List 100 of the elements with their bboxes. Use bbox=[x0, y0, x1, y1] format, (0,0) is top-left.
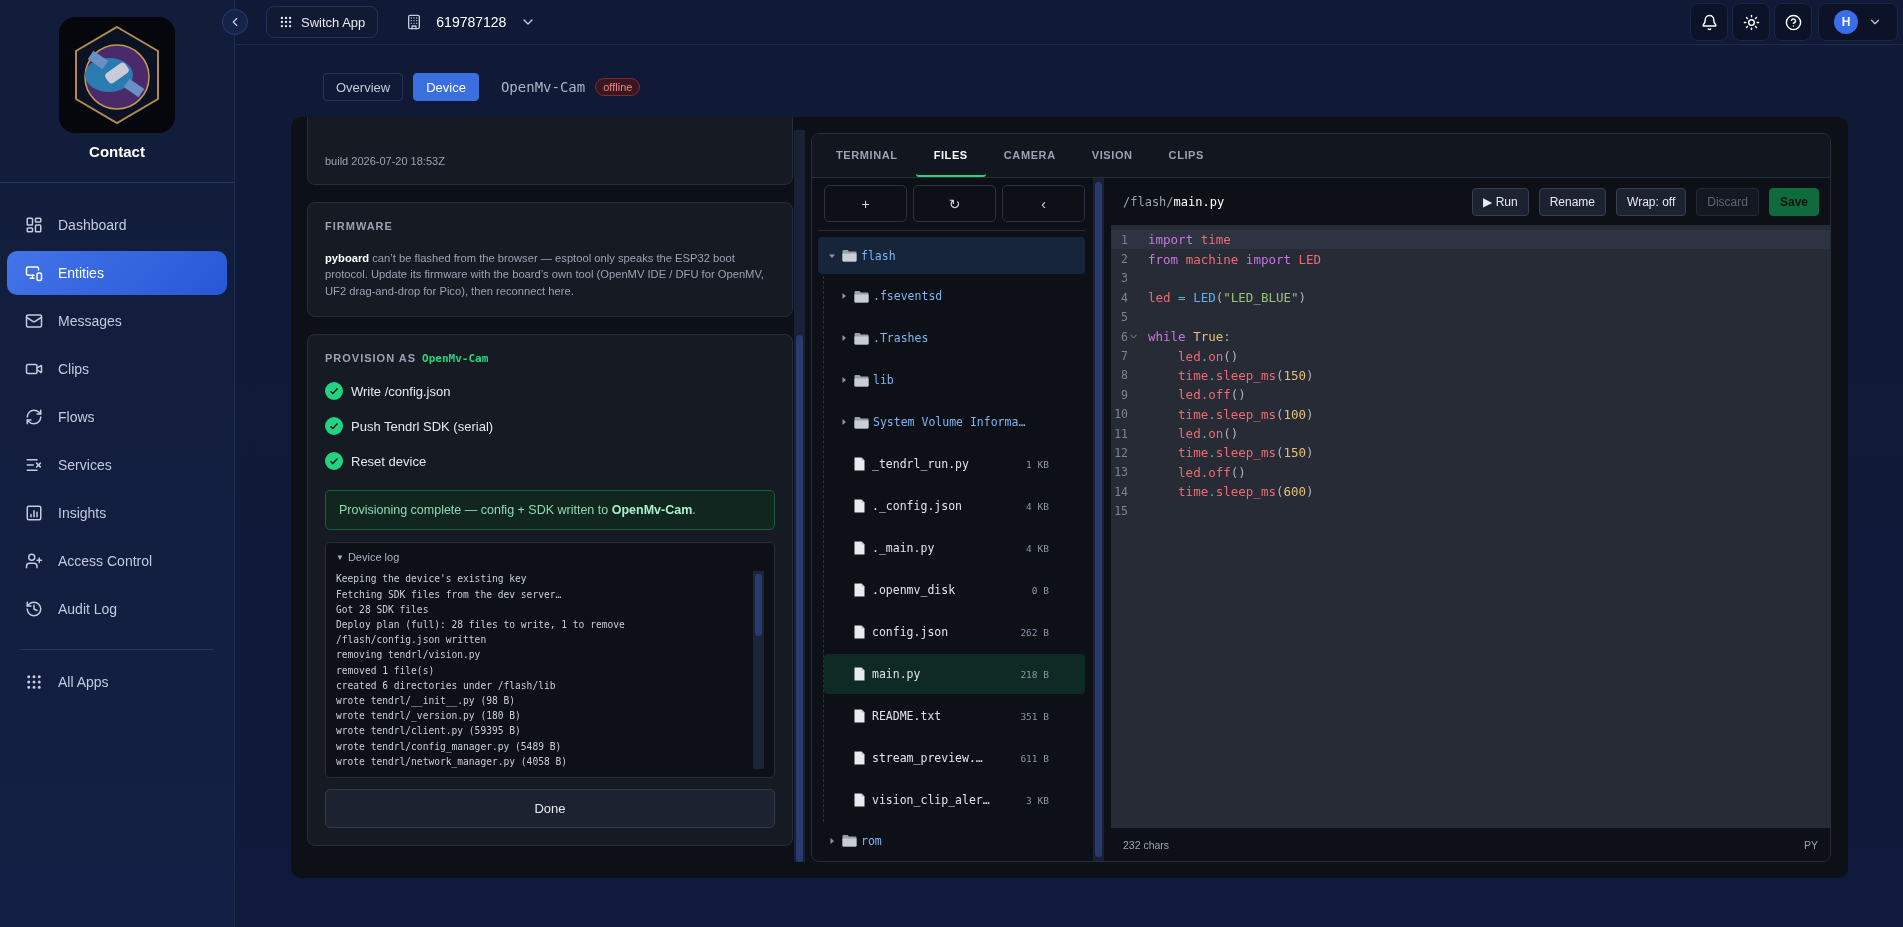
line-number: 4 bbox=[1120, 290, 1128, 305]
code-line: time.sleep_ms(600) bbox=[1178, 484, 1314, 500]
tree-tool-button[interactable]: + bbox=[824, 185, 907, 222]
folder-row[interactable]: lib bbox=[824, 360, 1085, 400]
caret-icon bbox=[840, 376, 848, 384]
folder-name: .Trashes bbox=[873, 331, 930, 345]
folder-icon bbox=[854, 289, 869, 303]
file-icon bbox=[854, 457, 865, 471]
folder-name: lib bbox=[873, 373, 895, 387]
nav-label: Messages bbox=[58, 313, 122, 329]
file-row[interactable]: .openmv_disk 0 B bbox=[824, 570, 1085, 610]
folder-row[interactable]: .fseventsd bbox=[824, 276, 1085, 316]
file-row[interactable]: README.txt 351 B bbox=[824, 696, 1085, 736]
firmware-text: pyboard can’t be flashed from the browser — esptool only speaks the ESP32 boot protocol. Update its firmware with the board’s own tool (OpenMV IDE / DFU for OpenMV, UF2 drag-and-drop for Pico), then reconnect here. bbox=[325, 250, 765, 299]
page-tab[interactable]: Overview bbox=[323, 73, 404, 101]
log-line: created 6 directories under /flash/lib bbox=[336, 678, 557, 693]
line-number: 2 bbox=[1120, 252, 1128, 267]
file-row[interactable]: vision_clip_aler… 3 KB bbox=[824, 780, 1085, 820]
theme-button[interactable] bbox=[1732, 3, 1770, 41]
nav-icon bbox=[25, 456, 43, 474]
editor-button[interactable]: Wrap: off bbox=[1616, 187, 1687, 216]
tree-tool-button[interactable]: ‹ bbox=[1002, 185, 1085, 222]
scrollbar[interactable] bbox=[753, 571, 764, 769]
step-label: Push Tendrl SDK (serial) bbox=[351, 418, 494, 434]
nav-item[interactable]: Dashboard bbox=[7, 203, 227, 247]
caret-icon bbox=[828, 836, 836, 845]
nav-item[interactable]: Clips bbox=[7, 347, 227, 391]
help-icon bbox=[1784, 13, 1802, 31]
file-row[interactable]: stream_preview.… 611 B bbox=[824, 738, 1085, 778]
file-row[interactable]: ._main.py 4 KB bbox=[824, 528, 1085, 568]
scrollbar[interactable] bbox=[1093, 178, 1104, 861]
page-tab[interactable]: Device bbox=[413, 73, 479, 101]
file-size: 0 B bbox=[1031, 584, 1049, 596]
log-line: wrote tendrl/network_manager.py (4058 B) bbox=[336, 754, 569, 769]
file-icon bbox=[854, 793, 865, 807]
notifications-button[interactable] bbox=[1690, 3, 1728, 41]
folder-row[interactable]: System Volume Informa… bbox=[824, 402, 1085, 442]
nav-label: Clips bbox=[58, 361, 90, 377]
file-name: main.py bbox=[872, 667, 922, 681]
nav-item[interactable]: Entities bbox=[7, 251, 227, 295]
nav-label: Dashboard bbox=[58, 217, 127, 233]
app-name: Contact bbox=[89, 143, 145, 160]
editor-button[interactable]: ▶ Run bbox=[1472, 187, 1529, 216]
file-row[interactable]: config.json 262 B bbox=[824, 612, 1085, 652]
file-icon bbox=[854, 751, 865, 765]
folder-row[interactable]: flash bbox=[818, 237, 1085, 274]
nav-label: Services bbox=[58, 457, 112, 473]
nav-item[interactable]: Messages bbox=[7, 299, 227, 343]
panel-tab[interactable]: VISION bbox=[1073, 134, 1151, 177]
switch-app-button[interactable]: Switch App bbox=[266, 6, 379, 38]
nav-item[interactable]: Audit Log bbox=[7, 587, 227, 631]
folder-name: System Volume Informa… bbox=[873, 415, 1027, 429]
code-line: time.sleep_ms(100) bbox=[1178, 406, 1314, 422]
card-title: PROVISION AS bbox=[325, 352, 417, 365]
folder-row[interactable]: .Trashes bbox=[824, 318, 1085, 358]
nav-item[interactable]: Insights bbox=[7, 491, 227, 535]
line-number: 10 bbox=[1113, 407, 1128, 422]
file-row[interactable]: _tendrl_run.py 1 KB bbox=[824, 444, 1085, 484]
done-button[interactable]: Done bbox=[325, 789, 775, 828]
account-button[interactable]: H bbox=[1818, 3, 1898, 41]
log-toggle[interactable]: ▼ Device log bbox=[336, 551, 764, 564]
line-number: 7 bbox=[1120, 349, 1128, 364]
editor-button[interactable]: Rename bbox=[1538, 187, 1607, 216]
help-button[interactable] bbox=[1774, 3, 1812, 41]
panel-tab[interactable]: CAMERA bbox=[985, 134, 1074, 177]
log-line: removed 1 file(s) bbox=[336, 663, 436, 678]
fold-icon[interactable] bbox=[1130, 334, 1137, 340]
file-row[interactable]: main.py 218 B bbox=[824, 654, 1085, 694]
code-line: led.on() bbox=[1178, 348, 1239, 364]
nav-icon bbox=[25, 408, 43, 426]
nav-item[interactable]: All Apps bbox=[7, 660, 227, 704]
nav-icon bbox=[25, 264, 43, 282]
nav-icon bbox=[25, 312, 43, 330]
nav-icon bbox=[25, 504, 43, 522]
code-line: time.sleep_ms(150) bbox=[1178, 367, 1314, 383]
disclosure-marker: ▼ bbox=[336, 552, 344, 562]
nav-label: Insights bbox=[58, 505, 107, 521]
panel-tab[interactable]: TERMINAL bbox=[818, 134, 916, 177]
step-label: Write /config.json bbox=[351, 383, 451, 399]
folder-row[interactable]: rom bbox=[818, 822, 1085, 859]
log-line: removing tendrl/vision.py bbox=[336, 648, 482, 663]
line-number: 5 bbox=[1120, 310, 1128, 325]
building-icon bbox=[406, 14, 423, 30]
log-line: Got 28 SDK files bbox=[336, 602, 430, 617]
org-selector[interactable]: 619787128 bbox=[400, 6, 543, 38]
file-icon bbox=[854, 541, 865, 555]
scrollbar[interactable] bbox=[794, 130, 805, 862]
folder-name: flash bbox=[861, 248, 897, 263]
tree-tool-button[interactable]: ↻ bbox=[913, 185, 996, 222]
panel-tab[interactable]: FILES bbox=[915, 134, 986, 177]
nav-item[interactable]: Access Control bbox=[7, 539, 227, 583]
nav-label: All Apps bbox=[58, 674, 109, 690]
panel-tab[interactable]: CLIPS bbox=[1150, 134, 1222, 177]
file-icon bbox=[854, 625, 865, 639]
log-line: Fetching SDK files from the dev server… bbox=[336, 587, 563, 602]
file-row[interactable]: ._config.json 4 KB bbox=[824, 486, 1085, 526]
nav-item[interactable]: Services bbox=[7, 443, 227, 487]
line-number: 15 bbox=[1113, 504, 1128, 519]
file-size: 3 KB bbox=[1026, 794, 1049, 806]
nav-item[interactable]: Flows bbox=[7, 395, 227, 439]
